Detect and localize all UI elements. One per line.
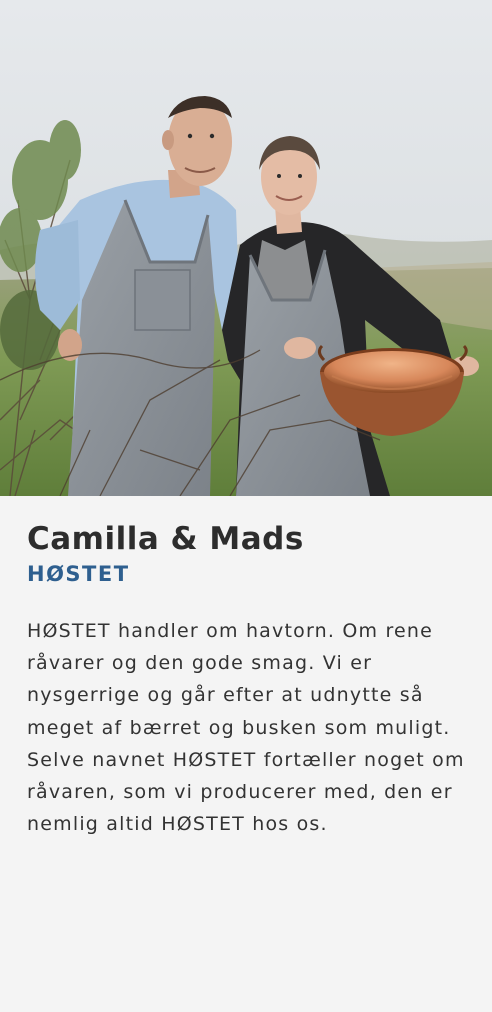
producer-photo: [0, 0, 492, 496]
producer-description: HØSTET handler om havtorn. Om rene råvar…: [27, 620, 465, 836]
producer-info: Camilla & Mads HØSTET HØSTET handler om …: [27, 519, 467, 840]
producer-name: Camilla & Mads: [27, 521, 304, 557]
brand-name: HØSTET: [27, 562, 130, 586]
producer-card: Camilla & Mads HØSTET HØSTET handler om …: [0, 0, 492, 1012]
